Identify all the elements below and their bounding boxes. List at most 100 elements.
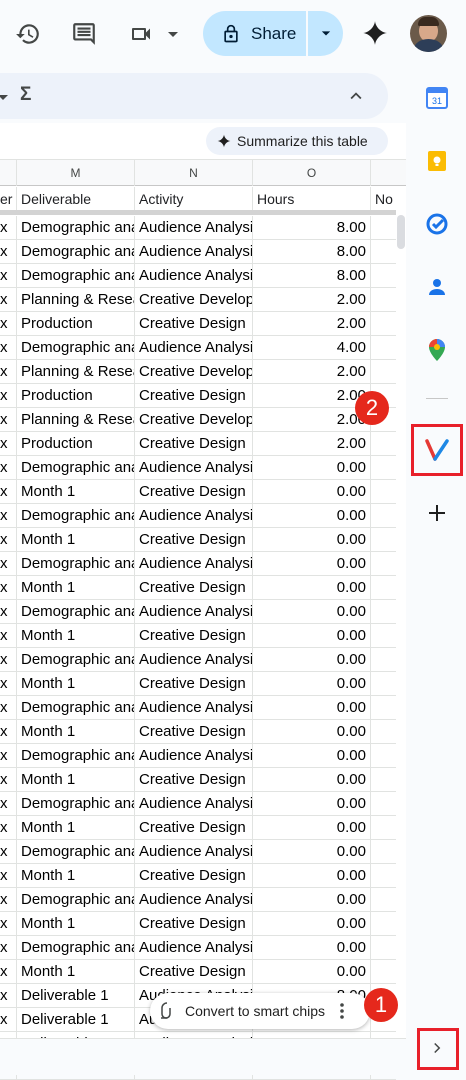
cell-deliverable[interactable]: Demographic analysis — [17, 888, 135, 912]
cell-deliverable[interactable]: Month 1 — [17, 672, 135, 696]
cell-deliverable[interactable]: Demographic analysis — [17, 240, 135, 264]
cell-notes[interactable] — [371, 456, 396, 480]
cell-activity[interactable]: Creative Development — [135, 288, 253, 312]
cell-deliverable[interactable]: Demographic analysis — [17, 216, 135, 240]
summarize-table-button[interactable]: Summarize this table — [206, 127, 388, 155]
cell-activity[interactable]: Audience Analysis — [135, 600, 253, 624]
cell-hours[interactable]: 0.00 — [253, 960, 371, 984]
cell-owner[interactable]: x — [0, 984, 17, 1008]
cell-owner[interactable]: x — [0, 816, 17, 840]
cell-deliverable[interactable]: Demographic analysis — [17, 696, 135, 720]
cell-notes[interactable] — [371, 768, 396, 792]
cell-deliverable[interactable]: Demographic analysis — [17, 744, 135, 768]
cell-hours[interactable]: 8.00 — [253, 264, 371, 288]
cell-deliverable[interactable]: Demographic analysis — [17, 648, 135, 672]
column-header-o[interactable]: O — [253, 160, 371, 186]
cell-notes[interactable] — [371, 696, 396, 720]
cell-owner[interactable]: x — [0, 336, 17, 360]
cell-notes[interactable] — [371, 888, 396, 912]
cell-deliverable[interactable]: Demographic analysis — [17, 552, 135, 576]
cell-activity[interactable]: Creative Design — [135, 480, 253, 504]
cell-deliverable[interactable]: Demographic analysis — [17, 336, 135, 360]
cell-hours[interactable]: 0.00 — [253, 888, 371, 912]
cell-activity[interactable]: Creative Design — [135, 720, 253, 744]
cell-notes[interactable] — [371, 480, 396, 504]
cell-owner[interactable]: x — [0, 432, 17, 456]
cell-owner[interactable]: x — [0, 456, 17, 480]
cell-hours[interactable]: 0.00 — [253, 792, 371, 816]
cell-activity[interactable]: Creative Design — [135, 816, 253, 840]
cell-notes[interactable] — [371, 336, 396, 360]
dropdown-arrow-icon[interactable] — [0, 90, 8, 108]
cell-owner[interactable]: x — [0, 264, 17, 288]
cell-owner[interactable]: x — [0, 1008, 17, 1032]
cell-hours[interactable]: 0.00 — [253, 504, 371, 528]
column-header-p[interactable] — [371, 160, 406, 186]
cell-deliverable[interactable]: Production — [17, 432, 135, 456]
cell-notes[interactable] — [371, 816, 396, 840]
column-header-n[interactable]: N — [135, 160, 253, 186]
cell-activity[interactable]: Audience Analysis — [135, 336, 253, 360]
cell-activity[interactable]: Audience Analysis — [135, 456, 253, 480]
cell-hours[interactable]: 0.00 — [253, 744, 371, 768]
cell-notes[interactable] — [371, 648, 396, 672]
cell-hours[interactable]: 0.00 — [253, 768, 371, 792]
cell-hours[interactable]: 8.00 — [253, 240, 371, 264]
cell-owner[interactable]: x — [0, 720, 17, 744]
sigma-icon[interactable]: Σ — [20, 84, 31, 106]
cell-owner[interactable]: x — [0, 384, 17, 408]
cell-hours[interactable]: 0.00 — [253, 912, 371, 936]
cell-activity[interactable]: Audience Analysis — [135, 888, 253, 912]
maps-icon[interactable] — [416, 329, 458, 371]
cell-owner[interactable]: x — [0, 240, 17, 264]
cell-notes[interactable] — [371, 240, 396, 264]
version-history-icon[interactable] — [12, 18, 44, 50]
cell-notes[interactable] — [371, 312, 396, 336]
cell-hours[interactable]: 0.00 — [253, 672, 371, 696]
cell-deliverable[interactable]: Deliverable 1 — [17, 984, 135, 1008]
contacts-icon[interactable] — [416, 266, 458, 308]
tasks-icon[interactable] — [416, 203, 458, 245]
cell-hours[interactable]: 0.00 — [253, 480, 371, 504]
cell-owner[interactable]: x — [0, 840, 17, 864]
cell-owner[interactable]: x — [0, 792, 17, 816]
cell-owner[interactable]: x — [0, 912, 17, 936]
cell-owner[interactable]: x — [0, 360, 17, 384]
cell-notes[interactable] — [371, 552, 396, 576]
header-cell-hours[interactable]: Hours — [253, 187, 371, 211]
cell-owner[interactable]: x — [0, 576, 17, 600]
cell-hours[interactable]: 0.00 — [253, 576, 371, 600]
cell-deliverable[interactable]: Deliverable 1 — [17, 1008, 135, 1032]
cell-owner[interactable]: x — [0, 528, 17, 552]
cell-activity[interactable]: Audience Analysis — [135, 792, 253, 816]
cell-deliverable[interactable]: Demographic analysis — [17, 504, 135, 528]
gemini-sparkle-icon[interactable] — [359, 17, 391, 49]
avatar[interactable] — [410, 15, 447, 52]
cell-deliverable[interactable]: Month 1 — [17, 528, 135, 552]
cell-deliverable[interactable]: Demographic analysis — [17, 264, 135, 288]
cell-owner[interactable]: x — [0, 552, 17, 576]
meet-video-icon[interactable] — [128, 18, 184, 50]
cell-deliverable[interactable]: Month 1 — [17, 864, 135, 888]
cell-activity[interactable]: Audience Analysis — [135, 696, 253, 720]
cell-activity[interactable]: Audience Analysis — [135, 264, 253, 288]
cell-notes[interactable] — [371, 864, 396, 888]
cell-hours[interactable]: 2.00 — [253, 384, 371, 408]
cell-notes[interactable] — [371, 528, 396, 552]
cell-owner[interactable]: x — [0, 768, 17, 792]
cell-activity[interactable]: Creative Development — [135, 408, 253, 432]
cell-activity[interactable]: Creative Design — [135, 912, 253, 936]
cell-deliverable[interactable]: Month 1 — [17, 768, 135, 792]
header-cell-activity[interactable]: Activity — [135, 187, 253, 211]
cell-owner[interactable]: x — [0, 744, 17, 768]
smart-chips-popup[interactable]: Convert to smart chips — [150, 993, 370, 1029]
comments-icon[interactable] — [68, 18, 100, 50]
cell-hours[interactable]: 0.00 — [253, 720, 371, 744]
cell-activity[interactable]: Audience Analysis — [135, 504, 253, 528]
cell-activity[interactable]: Creative Design — [135, 528, 253, 552]
cell-hours[interactable]: 0.00 — [253, 528, 371, 552]
cell-notes[interactable] — [371, 264, 396, 288]
cell-hours[interactable]: 2.00 — [253, 360, 371, 384]
cell-activity[interactable]: Creative Design — [135, 672, 253, 696]
column-header-l[interactable] — [0, 160, 17, 186]
